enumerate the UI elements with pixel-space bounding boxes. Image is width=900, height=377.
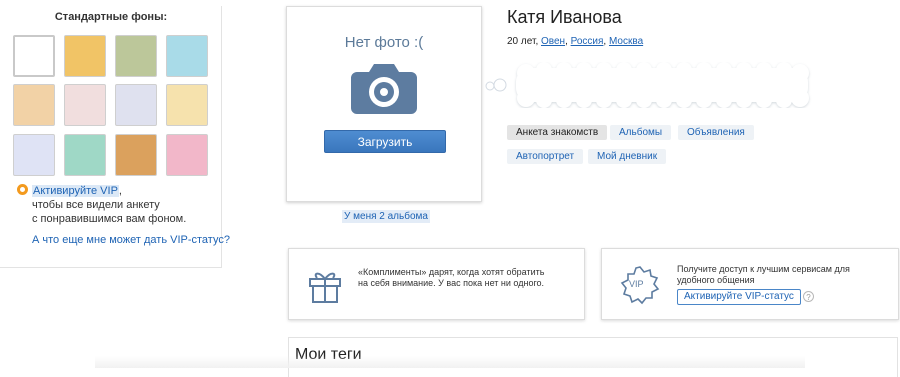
help-icon[interactable]: ? [803,291,814,302]
no-photo-text: Нет фото :( [344,34,424,51]
camera-icon [351,64,417,114]
background-swatch[interactable] [13,35,55,77]
photo-card: Нет фото :( Загрузить [286,6,482,202]
background-swatch[interactable] [64,134,106,176]
comma: , [118,185,122,197]
background-swatch[interactable] [166,35,208,77]
tab-albums[interactable]: Альбомы [610,125,672,140]
tab-self-portrait[interactable]: Автопортрет [507,149,584,164]
vip-promo-line: чтобы все видели анкету [32,199,160,211]
vip-benefits-link[interactable]: А что еще мне может дать VIP-статус? [32,234,230,246]
activate-vip-link[interactable]: Активируйте VIP [32,185,119,197]
zodiac-link[interactable]: Овен [541,36,565,47]
background-swatch[interactable] [115,35,157,77]
gift-icon [309,272,341,303]
vip-promo: Активируйте VIP, чтобы все видели анкету… [17,184,217,226]
tab-my-diary[interactable]: Мой дневник [588,149,667,164]
activate-vip-button[interactable]: Активируйте VIP-статус [677,289,801,305]
background-swatch[interactable] [166,134,208,176]
background-swatch[interactable] [115,84,157,126]
compliments-card: «Комплименты» дарят, когда хотят обратит… [288,248,585,320]
background-swatch[interactable] [64,35,106,77]
country-link[interactable]: Россия [571,36,604,47]
profile-name: Катя Иванова [507,7,622,27]
background-swatch[interactable] [13,134,55,176]
backgrounds-title: Стандартные фоны: [54,11,168,23]
tab-ads[interactable]: Объявления [678,125,754,140]
vip-badge-label: VIP [629,279,644,289]
profile-meta: 20 лет, Овен, Россия, Москва [507,36,644,47]
status-bubble[interactable] [510,62,814,108]
vip-promo-line: с понравившимся вам фоном. [32,213,187,225]
albums-link[interactable]: У меня 2 альбома [342,210,430,223]
background-swatch[interactable] [166,84,208,126]
city-link[interactable]: Москва [609,36,643,47]
vip-card-text: Получите доступ к лучшим сервисам для уд… [677,264,850,285]
vip-icon [17,184,28,195]
background-swatch[interactable] [13,84,55,126]
compliments-text: «Комплименты» дарят, когда хотят обратит… [358,267,545,288]
background-swatch[interactable] [64,84,106,126]
bubble-tail-icon [485,78,507,92]
bottom-fade [95,356,805,368]
tab-questionnaire[interactable]: Анкета знакомств [507,125,608,140]
background-swatch[interactable] [115,134,157,176]
vip-card: VIP Получите доступ к лучшим сервисам дл… [601,248,899,320]
profile-age: 20 лет, [507,36,539,47]
upload-photo-button[interactable]: Загрузить [324,130,446,153]
